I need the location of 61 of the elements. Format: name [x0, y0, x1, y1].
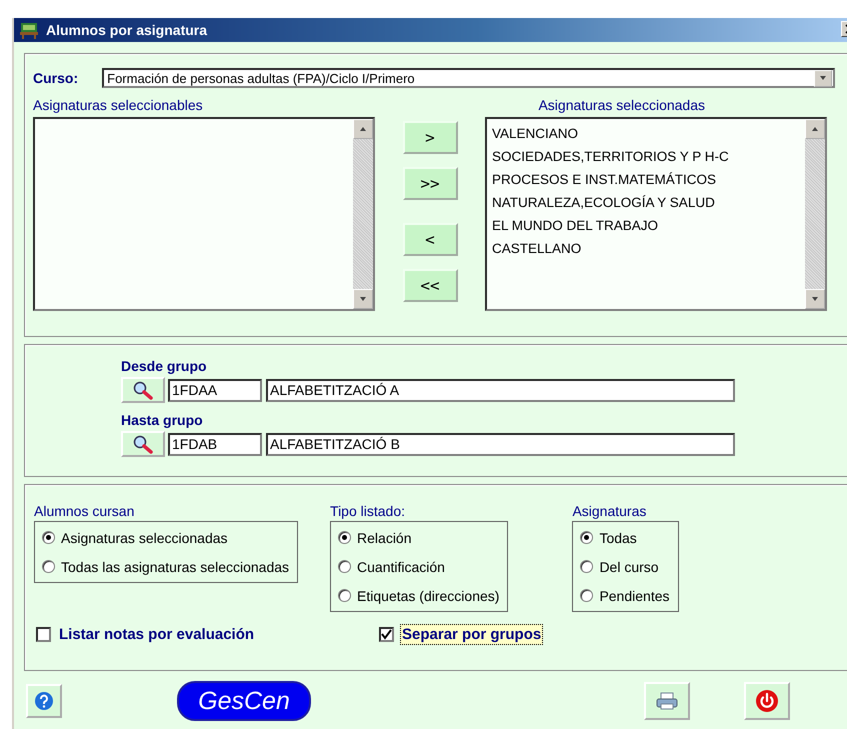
search-icon	[132, 434, 154, 454]
radio-button[interactable]	[580, 560, 594, 573]
checkbox-label[interactable]: Listar notas por evaluación	[57, 624, 256, 645]
radio-button[interactable]	[42, 531, 55, 544]
radio-button[interactable]	[580, 531, 594, 544]
course-dropdown[interactable]: Formación de personas adultas (FPA)/Ciclo I/Primero	[102, 68, 835, 88]
radio-label: Relación	[357, 530, 412, 546]
move-button[interactable]: >	[402, 121, 458, 154]
logo: GesCen	[177, 681, 311, 721]
help-button[interactable]	[26, 684, 62, 718]
group-label: Hasta grupo	[121, 412, 203, 428]
list-item[interactable]: VALENCIANO	[492, 122, 800, 145]
list-item[interactable]: PROCESOS E INST.MATEMÁTICOS	[492, 168, 800, 191]
available-list[interactable]	[33, 117, 375, 311]
group-box-label: Alumnos cursan	[34, 503, 136, 519]
move-button[interactable]: <	[402, 223, 458, 256]
radio-label: Todas las asignaturas seleccionadas	[61, 558, 290, 574]
group-name-field[interactable]: ALFABETITZACIÓ B	[266, 432, 735, 456]
app-icon	[18, 21, 40, 39]
search-button[interactable]	[121, 377, 165, 403]
checkbox[interactable]	[36, 627, 51, 642]
list-item[interactable]: NATURALEZA,ECOLOGÍA Y SALUD	[492, 191, 800, 214]
power-icon	[755, 689, 779, 713]
radio-label: Todas	[599, 530, 637, 546]
window-title: Alumnos por asignatura	[46, 22, 208, 38]
radio-button[interactable]	[42, 560, 55, 573]
radio-label: Cuantificación	[357, 558, 445, 574]
group-name-field[interactable]: ALFABETITZACIÓ A	[266, 378, 735, 402]
search-button[interactable]	[121, 431, 165, 457]
group-box-label: Tipo listado:	[330, 503, 406, 519]
radio-label: Etiquetas (direcciones)	[357, 588, 500, 604]
group-box-label: Asignaturas	[572, 503, 648, 519]
help-icon	[34, 691, 54, 711]
group-code-field[interactable]: 1FDAB	[168, 432, 262, 456]
radio-button[interactable]	[338, 589, 352, 602]
list-item[interactable]: CASTELLANO	[492, 237, 800, 260]
radio-button[interactable]	[338, 531, 352, 544]
course-label: Curso:	[33, 70, 78, 86]
group-code-field[interactable]: 1FDAA	[168, 378, 262, 402]
radio-button[interactable]	[338, 560, 352, 573]
checkbox[interactable]	[379, 627, 394, 642]
print-button[interactable]	[644, 682, 690, 720]
list-label: Asignaturas seleccionadas	[538, 97, 705, 113]
move-button[interactable]: >>	[402, 167, 458, 200]
list-label: Asignaturas seleccionables	[33, 97, 203, 113]
power-button[interactable]	[744, 682, 790, 720]
group-label: Desde grupo	[121, 358, 207, 374]
move-button[interactable]: <<	[402, 269, 458, 302]
radio-label: Del curso	[599, 558, 659, 574]
scrollbar[interactable]	[805, 119, 825, 309]
search-icon	[132, 380, 154, 400]
radio-label: Pendientes	[599, 588, 670, 604]
checkbox-label[interactable]: Separar por grupos	[400, 624, 544, 645]
selected-list[interactable]: VALENCIANO SOCIEDADES,TERRITORIOS Y P H-C PROCESOS E INST.MATEMÁTICOS NATURALEZA,ECOLOGÍA Y SALUD EL MUNDO DEL TRABAJO CASTELLANO	[485, 117, 827, 311]
scrollbar[interactable]	[353, 119, 373, 309]
list-item[interactable]: SOCIEDADES,TERRITORIOS Y P H-C	[492, 145, 800, 168]
printer-icon	[655, 691, 679, 711]
radio-button[interactable]	[580, 589, 594, 602]
list-item[interactable]: EL MUNDO DEL TRABAJO	[492, 214, 800, 237]
radio-label: Asignaturas seleccionadas	[61, 530, 228, 546]
check-icon	[381, 629, 392, 640]
